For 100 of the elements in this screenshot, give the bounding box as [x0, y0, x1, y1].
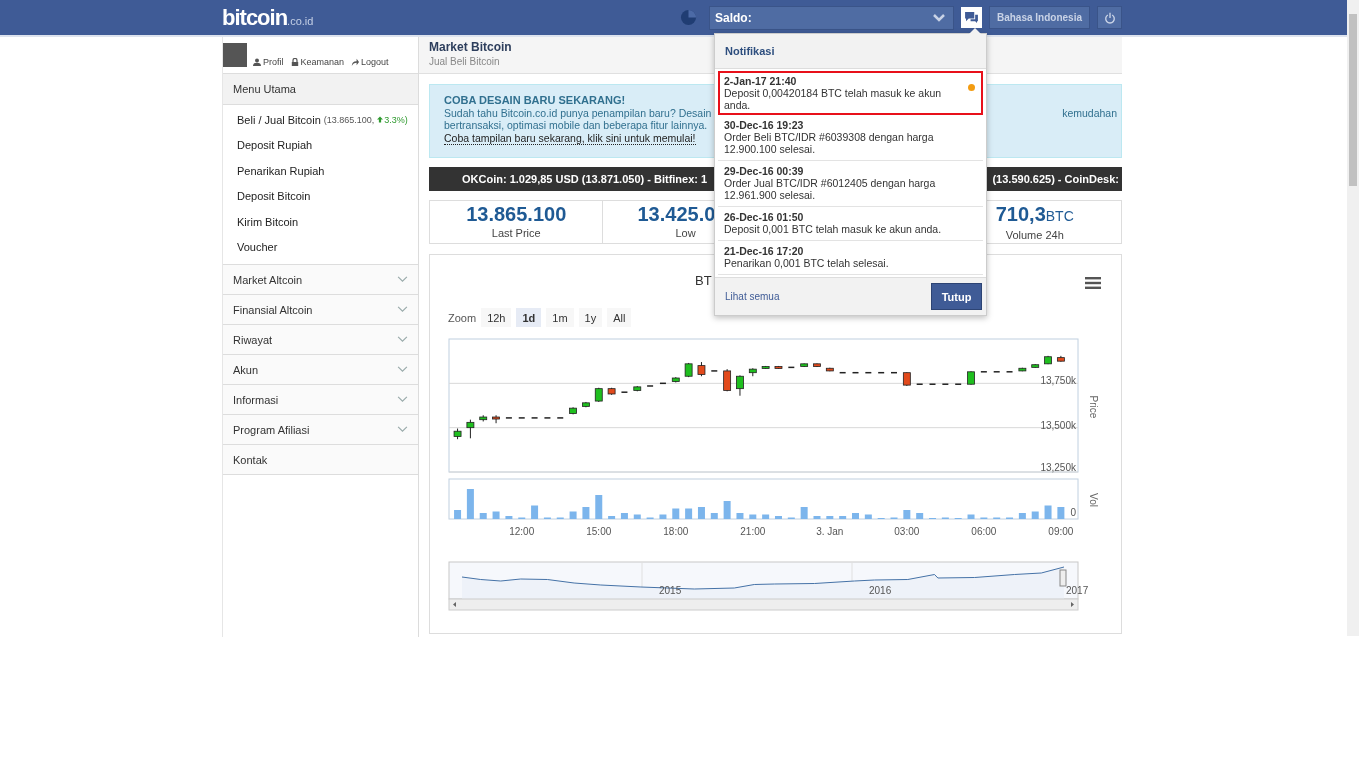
promo-text: bertransaksi, optimasi mobile dan beberapa fitur lainnya.	[444, 119, 708, 132]
notification-item[interactable]: 29-Dec-16 00:39 Order Jual BTC/IDR #6012405 dengan harga 12.961.900 selesai.	[718, 161, 983, 207]
avatar-placeholder	[223, 43, 247, 67]
chevron-down-icon	[397, 336, 408, 343]
notification-message: Order Beli BTC/IDR #6039308 dengan harga 12.900.100 selesai.	[724, 131, 935, 155]
menu-item[interactable]: Deposit Bitcoin	[223, 183, 418, 209]
power-icon	[1103, 11, 1116, 24]
stat-label: Last Price	[490, 227, 542, 239]
chevron-down-icon	[397, 306, 408, 313]
account-link[interactable]: Profil	[253, 57, 284, 67]
notification-message: Deposit 0,00420184 BTC telah masuk ke akun anda.	[724, 87, 943, 111]
menu-icon[interactable]	[1085, 277, 1101, 289]
zoom-button[interactable]: 1y	[578, 308, 603, 327]
notification-message: Order Jual BTC/IDR #6012405 dengan harga 12.961.900 selesai.	[724, 177, 937, 201]
menu-section[interactable]: Market Altcoin	[223, 265, 418, 295]
notification-item[interactable]: 21-Dec-16 17:20 Penarikan 0,001 BTC telah selesai.	[718, 241, 983, 275]
account-link[interactable]: Keamanan	[290, 57, 345, 67]
menu-item[interactable]: Penarikan Rupiah	[223, 158, 418, 184]
navigator-year-label: 2015	[659, 585, 682, 596]
candlestick	[594, 387, 603, 403]
axis-title: Price	[1088, 395, 1099, 419]
balance-dropdown[interactable]: Saldo:	[708, 5, 954, 30]
candlestick	[671, 376, 680, 383]
chevron-down-icon	[397, 366, 408, 373]
chevron-down-icon	[397, 276, 408, 283]
axis-tick-label: 0	[1070, 507, 1076, 518]
site-logo[interactable]: bitcoin.co.id	[222, 4, 314, 31]
axis-tick-label: 18:00	[663, 526, 689, 537]
chat-bubbles-icon	[964, 12, 978, 23]
candlestick	[492, 414, 500, 424]
close-button[interactable]: Tutup	[931, 283, 982, 310]
axis-tick-label: 09:00	[1048, 526, 1074, 537]
axis-tick-label: 12:00	[509, 526, 535, 537]
candlestick	[620, 391, 629, 393]
ticker-text: OKCoin: 1.029,85 USD (13.871.050) - Bitfinex: 1	[462, 173, 708, 185]
axis-tick-label: 21:00	[740, 526, 766, 537]
zoom-button[interactable]: All	[607, 308, 632, 327]
promo-text: kemudahan	[1062, 106, 1117, 119]
menu-heading: Menu Utama	[223, 74, 418, 105]
candlestick	[607, 387, 616, 396]
candlestick	[1031, 363, 1040, 369]
notification-time: 26-Dec-16 01:50	[724, 211, 805, 223]
axis-tick-label: 03:00	[894, 526, 920, 537]
language-button[interactable]: Bahasa Indonesia	[988, 6, 1090, 29]
notification-time: 29-Dec-16 00:39	[724, 165, 805, 177]
notifications-button[interactable]	[960, 7, 982, 28]
view-all-link[interactable]: Lihat semua	[725, 291, 780, 302]
notification-item[interactable]: 30-Dec-16 19:23 Order Beli BTC/IDR #6039308 dengan harga 12.900.100 selesai.	[718, 115, 983, 161]
candlestick	[466, 419, 475, 439]
stat-value: 710,3BTC	[994, 202, 1075, 227]
menu-section[interactable]: Program Afiliasi	[223, 415, 418, 445]
zoom-button[interactable]: 1d	[516, 308, 542, 327]
menu-section[interactable]: Informasi	[223, 385, 418, 415]
notification-item[interactable]: 2-Jan-17 21:40 Deposit 0,00420184 BTC telah masuk ke akun anda.	[718, 71, 983, 115]
candlestick	[723, 368, 732, 392]
chart-title: BT	[695, 273, 712, 288]
candlestick	[1057, 355, 1065, 363]
candlestick	[967, 370, 975, 386]
promo-link[interactable]: Coba tampilan baru sekarang, klik sini untuk memulai!	[444, 131, 696, 145]
chevron-down-icon	[397, 426, 408, 433]
page-title: Market Bitcoin	[429, 40, 512, 54]
account-link[interactable]: Logout	[351, 57, 389, 67]
lock-icon	[290, 58, 299, 66]
chevron-down-icon	[932, 13, 945, 22]
candlestick	[800, 362, 809, 368]
menu-item[interactable]: Beli / Jual Bitcoin (13.865.100, 3.3%)	[223, 107, 418, 133]
power-button[interactable]	[1097, 6, 1122, 29]
zoom-button[interactable]: 1m	[546, 308, 574, 327]
menu-section[interactable]: Finansial Altcoin	[223, 295, 418, 325]
menu-section[interactable]: Riwayat	[223, 325, 418, 355]
menu-section[interactable]: Akun	[223, 355, 418, 385]
candlestick	[787, 366, 796, 369]
zoom-button[interactable]: 12h	[481, 308, 512, 327]
candlestick	[582, 401, 590, 408]
menu-section[interactable]: Kontak	[223, 445, 418, 475]
candlestick	[748, 367, 757, 377]
menu-item[interactable]: Voucher	[223, 234, 418, 260]
stat-label: Volume 24h	[1004, 229, 1065, 241]
scrollbar[interactable]	[1347, 0, 1359, 636]
candlestick	[825, 367, 834, 372]
notification-message: Penarikan 0,001 BTC telah selesai.	[724, 257, 890, 269]
axis-tick-label: 06:00	[971, 526, 997, 537]
notification-time: 21-Dec-16 17:20	[724, 245, 805, 257]
candlestick	[479, 414, 488, 422]
menu-item[interactable]: Deposit Rupiah	[223, 132, 418, 158]
candlestick	[633, 385, 642, 392]
candlestick	[813, 362, 821, 368]
person-icon	[253, 58, 261, 66]
up-arrow-icon	[377, 116, 384, 124]
chart-scrollbar[interactable]	[448, 598, 1079, 611]
notification-time: 30-Dec-16 19:23	[724, 119, 805, 131]
axis-tick-label: 15:00	[586, 526, 612, 537]
chevron-down-icon	[397, 396, 408, 403]
promo-text: Sudah tahu Bitcoin.co.id punya penampilan baru? Desain	[444, 106, 712, 119]
stat-value: 13.425.0	[637, 202, 716, 227]
axis-tick-label: 13,500k	[1040, 419, 1076, 431]
candlestick	[902, 371, 911, 387]
candlestick	[710, 370, 719, 372]
notification-item[interactable]: 26-Dec-16 01:50 Deposit 0,001 BTC telah masuk ke akun anda.	[718, 207, 983, 241]
menu-item[interactable]: Kirim Bitcoin	[223, 209, 418, 235]
